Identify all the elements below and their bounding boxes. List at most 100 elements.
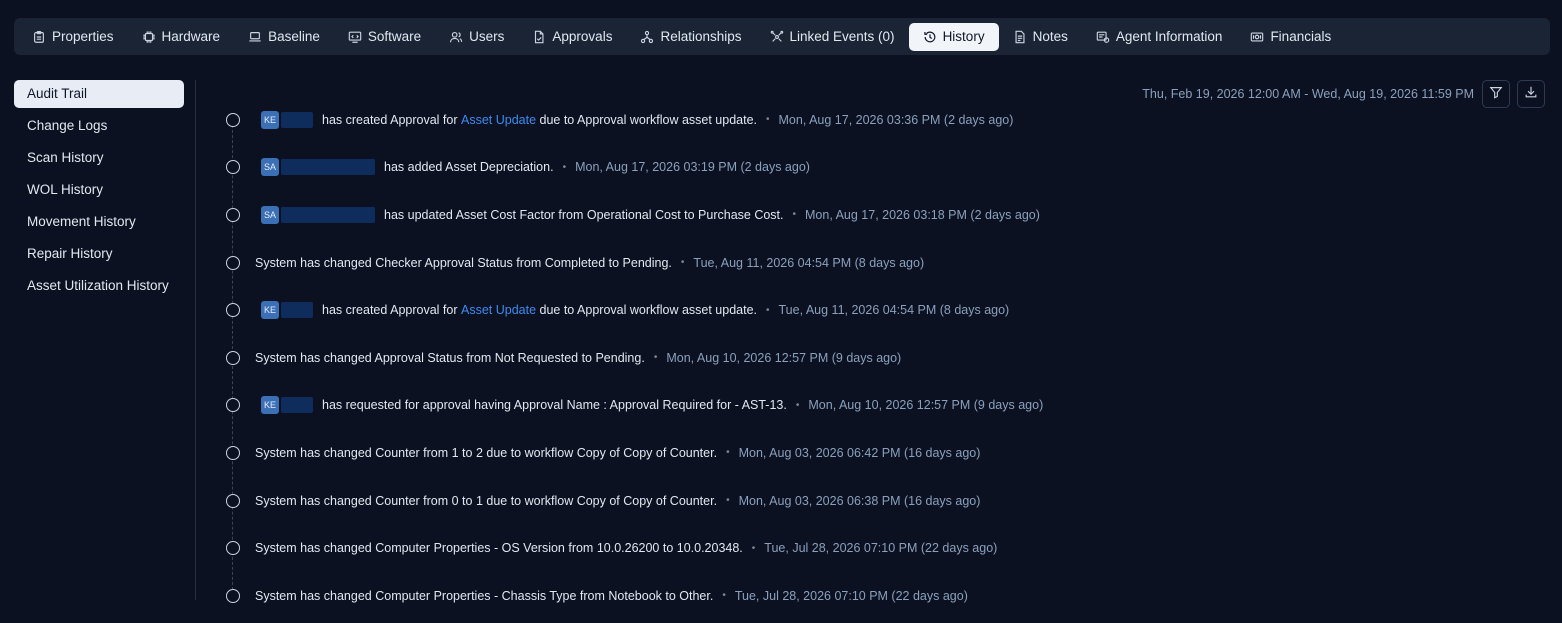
tab-users[interactable]: Users <box>435 23 518 51</box>
tab-label: Approvals <box>552 29 613 44</box>
sidenav-item-audit-trail[interactable]: Audit Trail <box>14 80 184 108</box>
redacted-username[interactable] <box>281 159 375 176</box>
tab-notes[interactable]: Notes <box>999 23 1082 51</box>
bullet-separator: • <box>751 542 756 554</box>
tab-financials[interactable]: Financials <box>1236 23 1345 51</box>
laptop-icon <box>248 30 262 44</box>
timeline-dot <box>226 160 240 175</box>
timeline-entry: System has changed Approval Status from … <box>222 334 1522 382</box>
tab-label: Software <box>367 29 422 44</box>
entry-text-suffix: due to Approval workflow asset update. <box>536 303 758 318</box>
bullet-separator: • <box>726 447 730 459</box>
timeline-entry: System has changed Computer Properties -… <box>222 572 1522 620</box>
tab-label: Properties <box>52 29 114 44</box>
entry-text: has created Approval for <box>322 303 461 318</box>
timeline-entry: SA has added Asset Depreciation. • Mon, Aug… <box>222 144 1522 192</box>
tab-label: Linked Events (0) <box>789 29 895 44</box>
bullet-separator: • <box>653 352 658 364</box>
money-icon <box>1250 30 1264 44</box>
tab-history[interactable]: History <box>908 22 999 51</box>
timeline-dot <box>226 112 240 127</box>
timeline-entry: System has changed Counter from 1 to 2 d… <box>222 429 1522 477</box>
timeline-dot <box>226 255 240 270</box>
entry-text-suffix: due to Approval workflow asset update. <box>536 112 758 127</box>
tab-baseline[interactable]: Baseline <box>234 23 334 51</box>
tab-label: Users <box>469 29 505 44</box>
users-icon <box>449 30 463 44</box>
redacted-username[interactable] <box>281 397 313 414</box>
entry-text: has added Asset Depreciation. <box>384 160 554 175</box>
clipboard-icon <box>32 30 46 44</box>
entry-timestamp: Tue, Aug 11, 2026 04:54 PM (8 days ago) <box>778 303 1010 318</box>
tab-software[interactable]: Software <box>334 23 435 51</box>
tab-bar: Properties Hardware Baseline Software Users A… <box>14 18 1550 55</box>
tab-label: Agent Information <box>1115 29 1223 44</box>
avatar[interactable]: SA <box>261 205 279 224</box>
entry-timestamp: Mon, Aug 03, 2026 06:42 PM (16 days ago) <box>738 445 981 460</box>
entry-timestamp: Mon, Aug 03, 2026 06:38 PM (16 days ago) <box>738 493 981 508</box>
entry-timestamp: Mon, Aug 17, 2026 03:18 PM (2 days ago) <box>805 207 1040 222</box>
redacted-username[interactable] <box>281 206 375 223</box>
avatar[interactable]: SA <box>261 158 279 177</box>
timeline-entry: SA has updated Asset Cost Factor from Ope… <box>222 191 1522 239</box>
entry-text: System has changed Computer Properties -… <box>255 541 743 556</box>
tab-hardware[interactable]: Hardware <box>128 23 235 51</box>
redacted-username[interactable] <box>281 111 313 128</box>
timeline-dot <box>226 541 240 556</box>
bullet-separator: • <box>726 495 730 507</box>
bullet-separator: • <box>795 399 800 411</box>
timeline-dot <box>226 588 240 603</box>
sidenav-item-wol-history[interactable]: WOL History <box>14 176 184 204</box>
avatar[interactable]: KE <box>261 110 279 129</box>
entry-text: System has changed Computer Properties -… <box>255 588 714 603</box>
timeline-entry: System has changed Computer Properties -… <box>222 524 1522 572</box>
timeline-dot <box>226 350 240 365</box>
divider <box>195 80 196 600</box>
tab-label: Notes <box>1032 29 1068 44</box>
note-icon <box>1013 30 1027 44</box>
bullet-separator: • <box>680 257 685 269</box>
software-icon <box>348 30 362 44</box>
sidenav-item-repair-history[interactable]: Repair History <box>14 240 184 268</box>
sidenav-item-asset-utilization-history[interactable]: Asset Utilization History <box>14 272 184 300</box>
entry-timestamp: Tue, Aug 11, 2026 04:54 PM (8 days ago) <box>693 255 925 270</box>
entry-link[interactable]: Asset Update <box>461 303 536 317</box>
sidenav-item-scan-history[interactable]: Scan History <box>14 144 184 172</box>
tab-label: Financials <box>1270 29 1332 44</box>
timeline-entry: KE has requested for approval having Appr… <box>222 382 1522 430</box>
tab-approvals[interactable]: Approvals <box>518 23 626 51</box>
timeline-dot <box>226 493 240 508</box>
timeline-dot <box>226 207 240 222</box>
sidenav-item-change-logs[interactable]: Change Logs <box>14 112 184 140</box>
tab-relationships[interactable]: Relationships <box>626 23 755 51</box>
entry-timestamp: Mon, Aug 10, 2026 12:57 PM (9 days ago) <box>666 350 902 365</box>
tab-linked-events-0[interactable]: Linked Events (0) <box>756 23 909 51</box>
entry-text: has created Approval for <box>322 112 461 127</box>
entry-timestamp: Mon, Aug 17, 2026 03:19 PM (2 days ago) <box>575 160 810 175</box>
entry-text: System has changed Counter from 0 to 1 d… <box>255 493 718 508</box>
tab-agent-information[interactable]: Agent Information <box>1082 23 1237 51</box>
avatar[interactable]: KE <box>261 396 279 415</box>
entry-text: has updated Asset Cost Factor from Opera… <box>384 207 784 222</box>
network-icon <box>640 30 654 44</box>
linked-events-icon <box>770 30 784 44</box>
entry-timestamp: Tue, Jul 28, 2026 07:10 PM (22 days ago) <box>764 541 998 556</box>
tab-label: Baseline <box>268 29 320 44</box>
tab-label: Relationships <box>660 29 742 44</box>
entry-link[interactable]: Asset Update <box>461 113 536 127</box>
timeline-entry: System has changed Checker Approval Stat… <box>222 239 1522 287</box>
bullet-separator: • <box>792 209 797 221</box>
bullet-separator: • <box>766 304 770 316</box>
avatar[interactable]: KE <box>261 301 279 320</box>
redacted-username[interactable] <box>281 302 313 319</box>
file-check-icon <box>532 30 546 44</box>
entry-timestamp: Mon, Aug 17, 2026 03:36 PM (2 days ago) <box>778 112 1014 127</box>
history-icon <box>923 30 937 44</box>
sidenav-item-movement-history[interactable]: Movement History <box>14 208 184 236</box>
timeline-entry: System has changed Counter from 0 to 1 d… <box>222 477 1522 525</box>
tab-properties[interactable]: Properties <box>18 23 128 51</box>
tab-label: Hardware <box>161 29 221 44</box>
download-icon <box>1524 85 1538 104</box>
bullet-separator: • <box>722 590 726 602</box>
timeline-entry: KE has created Approval for Asset Update … <box>222 286 1522 334</box>
